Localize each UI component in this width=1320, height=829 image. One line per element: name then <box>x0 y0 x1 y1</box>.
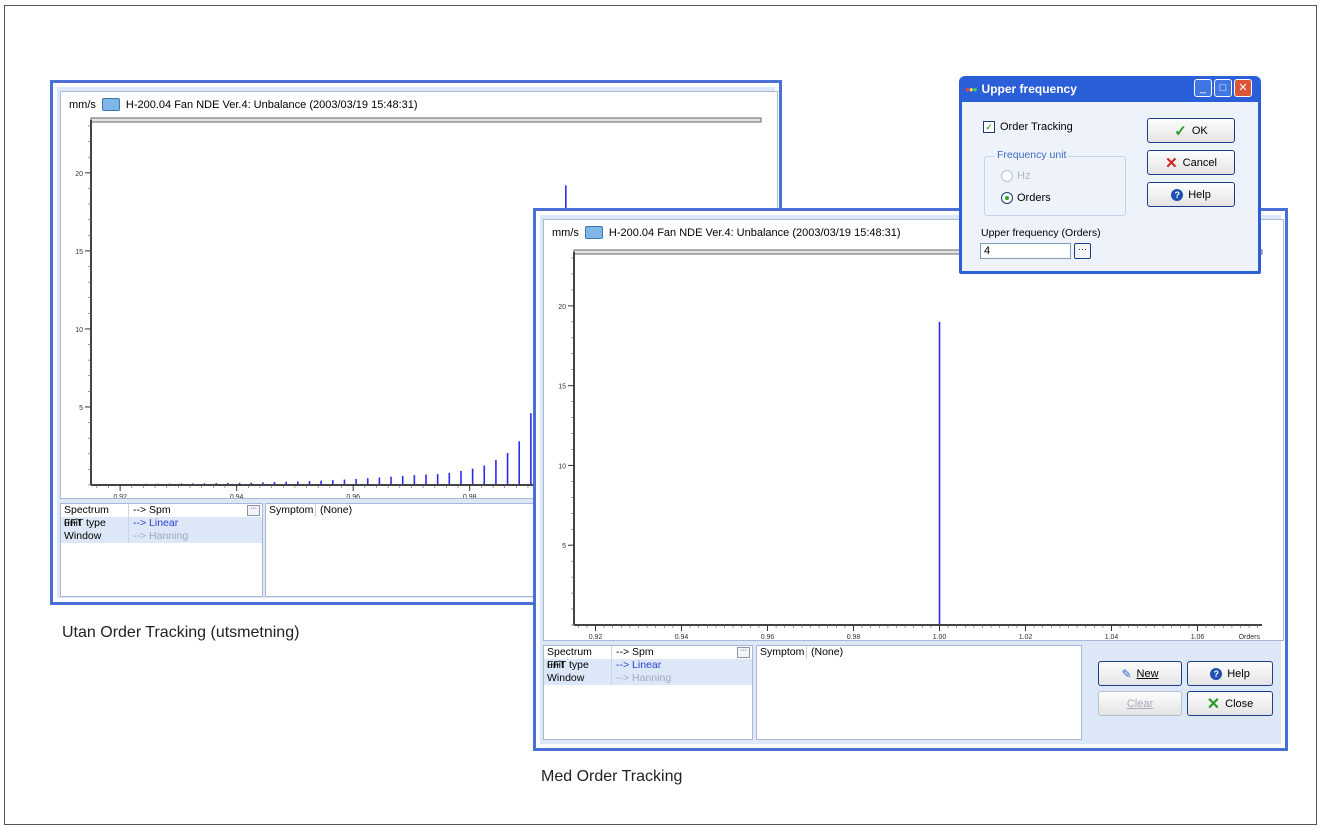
close-button[interactable]: ✕ Close <box>1187 691 1273 716</box>
x-tick-label: 0.96 <box>761 634 775 640</box>
property-row[interactable]: Window --> Hanning <box>544 672 752 685</box>
x-tick-label: 1.02 <box>1019 634 1033 640</box>
property-row[interactable]: Spectrum unit --> Spm ··· <box>61 504 262 529</box>
upper-frequency-label: Upper frequency (Orders) <box>981 227 1101 239</box>
ok-button-label: OK <box>1191 124 1208 137</box>
help-icon: ? <box>1210 667 1223 680</box>
symptom-label: Symptom <box>757 646 807 659</box>
y-tick-label: 5 <box>562 543 566 550</box>
checkmark-icon: ✓ <box>1174 122 1187 140</box>
x-tick-label: 0.98 <box>463 494 477 498</box>
close-window-button[interactable]: ✕ <box>1234 79 1252 97</box>
unit-hz-radio[interactable]: Hz <box>1001 170 1030 182</box>
radio-off-icon[interactable] <box>1001 170 1013 182</box>
clear-button[interactable]: Clear <box>1098 691 1182 716</box>
dialog-help-label: Help <box>1188 188 1211 201</box>
minimize-button[interactable]: _ <box>1194 79 1212 97</box>
spectrum-chart: 5 10 15 20 0.92 0.94 0.96 0.98 1.00 1.02 1.04 1.06 O… <box>558 249 1263 640</box>
y-tick-label: 20 <box>558 304 566 311</box>
frequency-unit-group: Frequency unit Hz Orders <box>984 149 1126 216</box>
app-icon: ●●● <box>965 84 977 94</box>
symptom-panel[interactable]: Symptom (None) <box>756 645 1082 740</box>
caption-left: Utan Order Tracking (utsmetning) <box>62 624 300 641</box>
unit-hz-label: Hz <box>1017 170 1031 182</box>
help-button-label: Help <box>1227 667 1250 680</box>
cancel-button-label: Cancel <box>1182 156 1217 169</box>
property-key: FFT type <box>61 517 129 530</box>
unit-orders-radio[interactable]: Orders <box>1001 192 1051 204</box>
x-axis-label: Orders <box>1239 634 1261 640</box>
symptom-label: Symptom <box>266 504 316 517</box>
property-row[interactable]: Spectrum unit --> Spm ··· <box>544 646 752 671</box>
dialog-help-button[interactable]: ? Help <box>1147 182 1235 207</box>
top-scrollbar <box>90 117 762 123</box>
dialog-body: ✓ Order Tracking Frequency unit Hz Order… <box>962 102 1258 271</box>
new-button-label: New <box>1136 667 1159 680</box>
close-button-label: Close <box>1225 697 1254 710</box>
upper-frequency-dialog: ●●● Upper frequency _ □ ✕ ✓ Order Tracki… <box>959 76 1261 274</box>
property-key: Spectrum unit <box>61 504 129 529</box>
ellipsis-button[interactable]: ··· <box>247 505 260 516</box>
property-grid[interactable]: Spectrum unit --> Spm ··· FFT type --> Line… <box>60 503 263 597</box>
spectrum-window-with-tracking: mm/s H-200.04 Fan NDE Ver.4: Unbalance (… <box>533 208 1288 751</box>
y-tick-label: 15 <box>75 249 83 256</box>
clear-button-label: Clear <box>1126 697 1154 710</box>
y-tick-label: 10 <box>558 463 566 470</box>
cancel-icon: ✕ <box>1165 154 1178 172</box>
ellipsis-button[interactable]: ··· <box>737 647 750 658</box>
x-tick-label: 0.96 <box>346 494 360 498</box>
y-tick-label: 5 <box>79 405 83 412</box>
x-tick-label: 1.04 <box>1105 634 1119 640</box>
x-tick-label: 1.00 <box>933 634 947 640</box>
spectrum-plot-panel: mm/s H-200.04 Fan NDE Ver.4: Unbalance (… <box>543 219 1284 641</box>
cancel-button[interactable]: ✕ Cancel <box>1147 150 1235 175</box>
property-key: Spectrum unit <box>544 646 612 671</box>
upper-frequency-input[interactable] <box>980 243 1071 259</box>
y-tick-label: 10 <box>75 327 83 334</box>
dialog-title: Upper frequency <box>981 82 1077 96</box>
x-tick-label: 0.98 <box>847 634 861 640</box>
edit-icon: ✎ <box>1121 666 1132 681</box>
y-tick-label: 15 <box>558 384 566 391</box>
x-tick-label: 1.06 <box>1191 634 1205 640</box>
help-button[interactable]: ? Help <box>1187 661 1273 686</box>
maximize-button[interactable]: □ <box>1214 79 1232 97</box>
help-icon: ? <box>1171 188 1184 201</box>
property-value[interactable]: --> Hanning <box>129 530 262 543</box>
ok-button[interactable]: ✓ OK <box>1147 118 1235 143</box>
frequency-unit-legend: Frequency unit <box>995 149 1069 161</box>
property-row[interactable]: FFT type --> Linear <box>544 659 752 672</box>
x-tick-label: 0.92 <box>589 634 603 640</box>
x-tick-label: 0.94 <box>675 634 689 640</box>
property-key: Window <box>544 672 612 685</box>
symptom-value[interactable]: (None) <box>807 646 1081 659</box>
property-value[interactable]: --> Spm <box>129 504 247 517</box>
order-tracking-checkbox[interactable]: ✓ Order Tracking <box>983 121 1073 133</box>
checkbox-checked-icon[interactable]: ✓ <box>983 121 995 133</box>
x-tick-label: 0.94 <box>230 494 244 498</box>
property-value[interactable]: --> Spm <box>612 646 737 659</box>
close-icon: ✕ <box>1206 695 1221 713</box>
property-value[interactable]: --> Linear <box>612 659 752 672</box>
order-tracking-label: Order Tracking <box>1000 121 1073 133</box>
new-button[interactable]: ✎ New <box>1098 661 1182 686</box>
property-row[interactable]: Window --> Hanning <box>61 530 262 543</box>
property-grid[interactable]: Spectrum unit --> Spm ··· FFT type --> Line… <box>543 645 753 740</box>
caption-right: Med Order Tracking <box>541 768 683 785</box>
property-key: FFT type <box>544 659 612 672</box>
property-key: Window <box>61 530 129 543</box>
property-value[interactable]: --> Hanning <box>612 672 752 685</box>
x-tick-label: 0.92 <box>113 494 127 498</box>
property-value[interactable]: --> Linear <box>129 517 262 530</box>
browse-button[interactable]: ··· <box>1074 243 1091 259</box>
y-tick-label: 20 <box>75 171 83 178</box>
property-row[interactable]: FFT type --> Linear <box>61 517 262 530</box>
radio-on-icon[interactable] <box>1001 192 1013 204</box>
unit-orders-label: Orders <box>1017 192 1051 204</box>
